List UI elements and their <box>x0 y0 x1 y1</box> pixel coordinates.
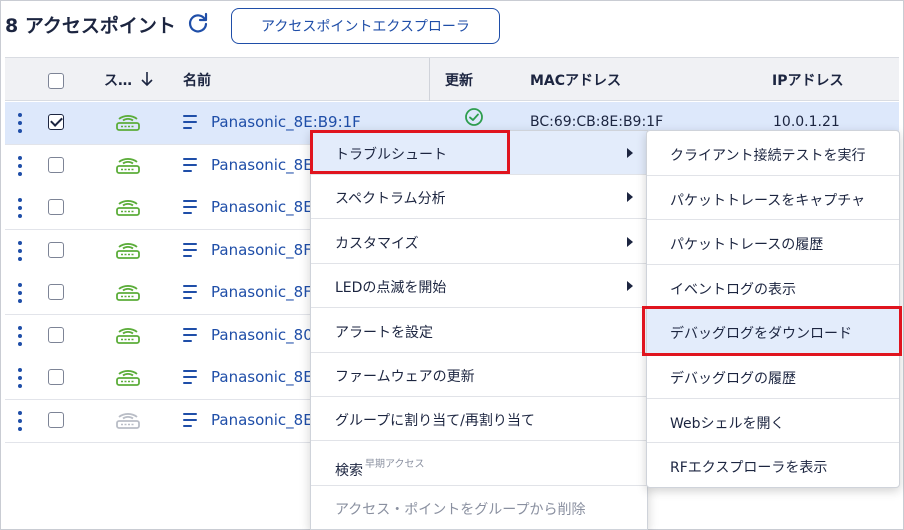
submenu-item-label: デバッグログの履歴 <box>670 371 796 387</box>
row-actions-icon[interactable] <box>17 240 23 263</box>
chevron-right-icon <box>627 192 633 203</box>
access-point-status-icon <box>116 157 140 174</box>
access-point-name-link[interactable]: Panasonic_8E <box>211 411 313 429</box>
column-ip-address[interactable]: IPアドレス <box>772 70 843 90</box>
table-header: ス… 名前 更新 MACアドレス IPアドレス <box>5 57 899 101</box>
menu-item[interactable]: トラブルシュート <box>311 131 647 175</box>
menu-item[interactable]: スペクトラム分析 <box>311 175 647 220</box>
row-checkbox[interactable] <box>48 326 64 343</box>
submenu-item-label: パケットトレースの履歴 <box>670 237 824 254</box>
submenu-item-label: パケットトレースをキャプチャ <box>670 192 866 209</box>
row-checkbox[interactable] <box>48 156 64 173</box>
row-actions-icon[interactable] <box>17 283 23 305</box>
menu-item-label: LEDの点滅を開始 <box>335 280 447 297</box>
details-list-icon[interactable] <box>183 412 199 427</box>
chevron-right-icon <box>627 236 633 247</box>
menu-item: アクセス・ポイントをグループから削除 <box>311 486 647 529</box>
column-mac-address[interactable]: MACアドレス <box>530 70 621 90</box>
access-point-name-link[interactable]: Panasonic_8F <box>211 241 312 259</box>
row-actions-icon[interactable] <box>17 155 23 178</box>
access-point-name-link[interactable]: Panasonic_8E <box>211 198 313 216</box>
submenu-item[interactable]: デバッグログをダウンロード <box>647 309 899 354</box>
access-point-name-link[interactable]: Panasonic_8F <box>211 283 312 301</box>
submenu-item[interactable]: Webシェルを開く <box>647 399 899 444</box>
access-point-status-icon <box>116 242 140 259</box>
submenu-item-label: デバッグログをダウンロード <box>670 326 852 343</box>
row-actions-icon[interactable] <box>17 113 23 135</box>
details-list-icon[interactable] <box>183 200 199 214</box>
row-checkbox[interactable] <box>48 199 64 215</box>
row-checkbox[interactable] <box>48 114 64 130</box>
troubleshoot-submenu: クライアント接続テストを実行 パケットトレースをキャプチャ パケットトレースの履歴イ… <box>646 130 900 488</box>
menu-item-label: トラブルシュート <box>335 147 447 163</box>
menu-item-label: スペクトラム分析 <box>335 191 446 208</box>
submenu-item[interactable]: イベントログの表示 <box>647 265 899 310</box>
early-access-badge: 早期アクセス <box>365 458 425 470</box>
update-ok-icon <box>465 108 483 126</box>
details-list-icon[interactable] <box>183 115 199 129</box>
refresh-icon[interactable] <box>186 11 210 35</box>
row-checkbox[interactable] <box>48 284 64 300</box>
row-actions-icon[interactable] <box>17 198 23 220</box>
access-point-name-link[interactable]: Panasonic_8E:B9:1F <box>211 113 361 131</box>
menu-item-label: アラートを設定 <box>335 324 433 341</box>
sort-down-icon[interactable] <box>140 71 154 87</box>
menu-item[interactable]: カスタマイズ <box>311 220 647 264</box>
ip-address-cell: 10.0.1.21 <box>773 114 840 130</box>
submenu-item-label: Webシェルを開く <box>670 415 785 432</box>
row-actions-icon[interactable] <box>17 410 23 433</box>
submenu-item[interactable]: パケットトレースの履歴 <box>647 220 899 265</box>
mac-address-cell: BC:69:CB:8E:B9:1F <box>530 114 664 130</box>
details-list-icon[interactable] <box>183 285 199 299</box>
access-point-explorer-button[interactable]: アクセスポイントエクスプローラ <box>231 8 500 44</box>
menu-item-label: アクセス・ポイントをグループから削除 <box>335 502 586 519</box>
menu-item-label: 検索 早期アクセス <box>335 458 425 479</box>
menu-item[interactable]: アラートを設定 <box>311 309 647 353</box>
submenu-item-label: クライアント接続テストを実行 <box>670 148 866 164</box>
column-update[interactable]: 更新 <box>445 70 473 90</box>
page-title: 8 アクセスポイント <box>5 15 176 37</box>
access-point-name-link[interactable]: Panasonic_8E <box>211 156 313 174</box>
menu-item-label: カスタマイズ <box>335 235 419 252</box>
menu-item[interactable]: LEDの点滅を開始 <box>311 264 647 309</box>
access-point-status-icon <box>116 370 140 386</box>
row-checkbox[interactable] <box>48 369 64 385</box>
menu-item[interactable]: 検索 早期アクセス <box>311 442 647 486</box>
column-divider <box>429 58 430 101</box>
menu-item-label: ファームウェアの更新 <box>335 369 475 385</box>
submenu-item[interactable]: デバッグログの履歴 <box>647 354 899 399</box>
row-checkbox[interactable] <box>48 241 64 258</box>
column-name[interactable]: 名前 <box>183 70 211 90</box>
chevron-right-icon <box>627 281 633 292</box>
submenu-item-label: イベントログの表示 <box>670 281 796 298</box>
access-point-status-icon <box>116 327 140 344</box>
submenu-item[interactable]: パケットトレースをキャプチャ <box>647 176 899 221</box>
access-point-status-icon <box>116 412 140 429</box>
details-list-icon[interactable] <box>183 242 199 257</box>
details-list-icon[interactable] <box>183 370 199 384</box>
access-point-status-icon <box>116 115 140 131</box>
access-point-name-link[interactable]: Panasonic_8E <box>211 368 313 386</box>
details-list-icon[interactable] <box>183 327 199 342</box>
menu-item[interactable]: グループに割り当て/再割り当て <box>311 397 647 442</box>
submenu-item-label: RFエクスプローラを表示 <box>670 460 828 477</box>
access-point-status-icon <box>116 200 140 216</box>
menu-item-label: グループに割り当て/再割り当て <box>335 413 535 430</box>
row-actions-icon[interactable] <box>17 368 23 390</box>
row-checkbox[interactable] <box>48 411 64 428</box>
context-menu: トラブルシュート スペクトラム分析 カスタマイズ LEDの点滅を開始 アラートを設定ファ… <box>310 130 648 530</box>
submenu-item[interactable]: クライアント接続テストを実行 <box>647 131 899 176</box>
menu-item[interactable]: ファームウェアの更新 <box>311 353 647 397</box>
column-status[interactable]: ス… <box>104 70 132 90</box>
row-actions-icon[interactable] <box>17 325 23 348</box>
submenu-item[interactable]: RFエクスプローラを表示 <box>647 443 899 487</box>
select-all-checkbox[interactable] <box>48 73 64 89</box>
access-point-status-icon <box>116 285 140 301</box>
chevron-right-icon <box>627 148 633 158</box>
details-list-icon[interactable] <box>183 157 199 172</box>
access-point-name-link[interactable]: Panasonic_80 <box>211 326 313 344</box>
page-header: 8 アクセスポイント アクセスポイントエクスプローラ <box>0 0 904 52</box>
